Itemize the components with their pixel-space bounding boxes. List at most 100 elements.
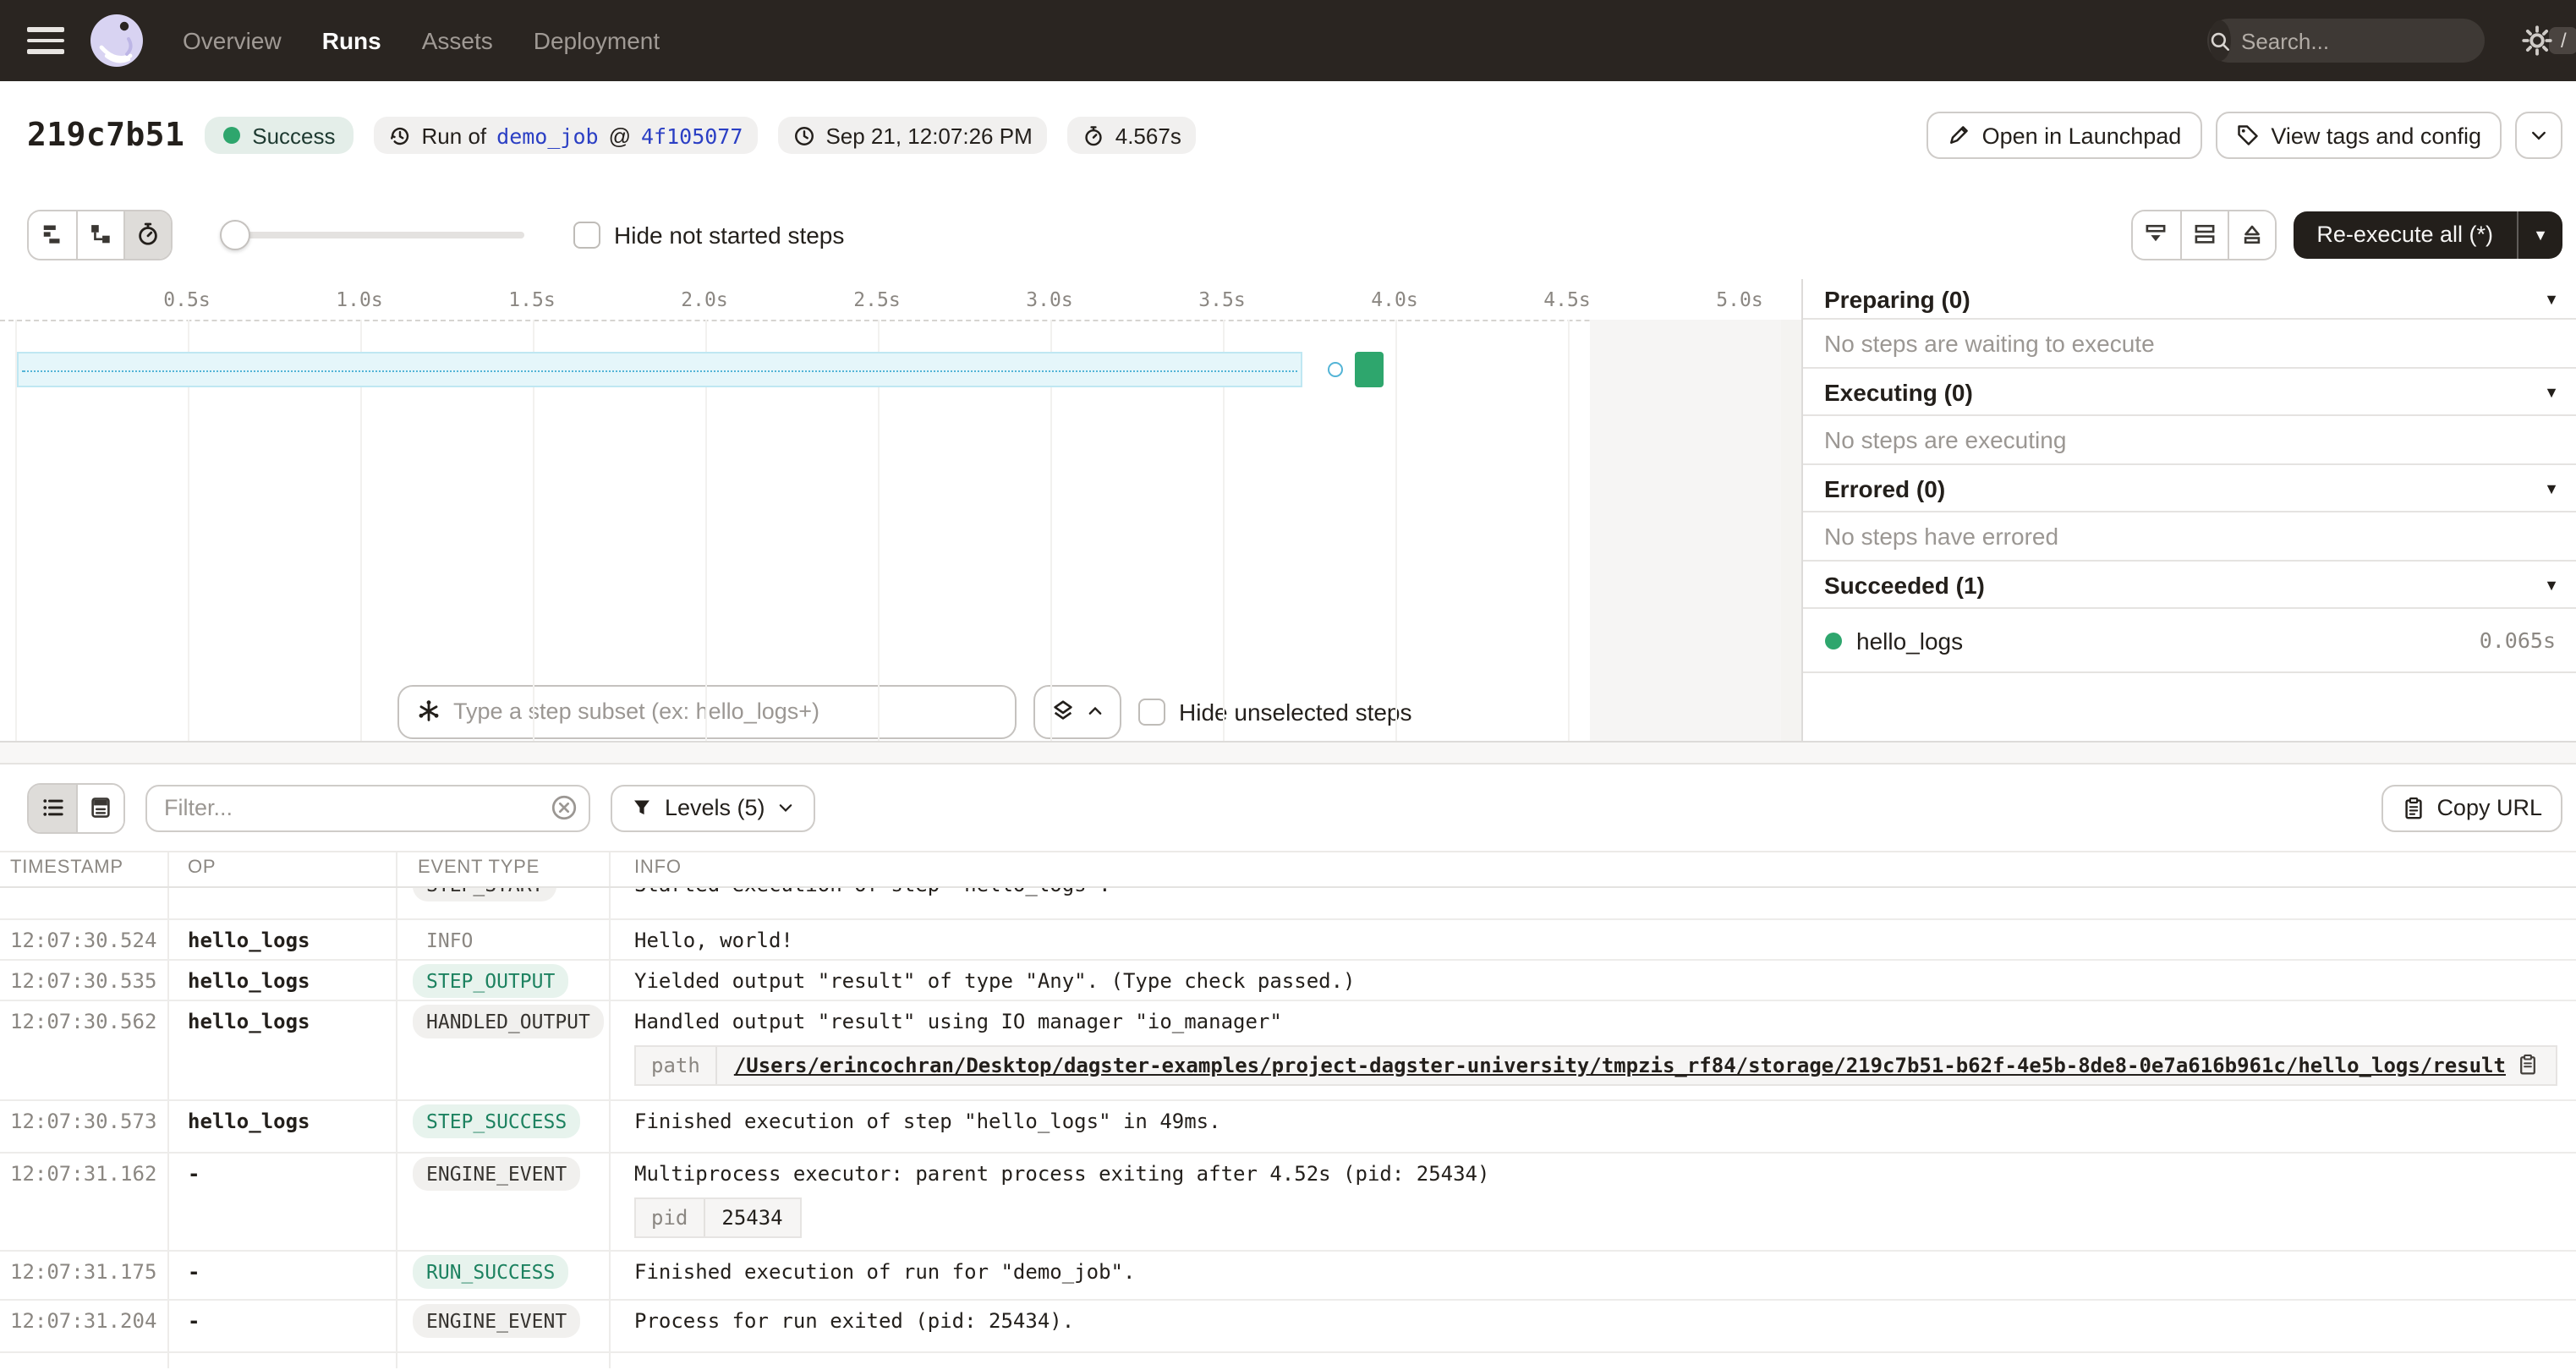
reexecute-dropdown-button[interactable]: ▼ <box>2517 211 2562 258</box>
log-info: Multiprocess executor: parent process ex… <box>634 1162 2569 1238</box>
clear-filter-icon[interactable] <box>550 793 578 822</box>
metadata-value: 25434 <box>704 1199 799 1236</box>
gantt-view-toggle <box>27 209 173 260</box>
log-info: Process for run exited (pid: 25434). <box>634 1309 2569 1333</box>
graph-query-toggle-button[interactable] <box>1033 684 1121 738</box>
step-name: hello_logs <box>1856 627 1963 654</box>
axis-tick-label: 0.5s <box>150 288 224 311</box>
section-header-preparing[interactable]: Preparing (0)▼ <box>1802 279 2576 320</box>
log-op: - <box>188 1309 200 1333</box>
reexecute-all-button[interactable]: Re-execute all (*) <box>2293 211 2517 258</box>
step-waiting-bar[interactable] <box>16 352 1303 387</box>
section-empty-message: No steps have errored <box>1802 512 2576 562</box>
top-nav: Overview Runs Assets Deployment / <box>0 0 2576 81</box>
gear-icon[interactable] <box>2522 25 2552 56</box>
snapshot-link[interactable]: 4f105077 <box>641 123 743 148</box>
log-row-content: 12:07:30.535hello_logsSTEP_OUTPUTYielded… <box>0 960 2576 999</box>
log-filter-input[interactable] <box>145 784 590 831</box>
copy-icon[interactable] <box>2518 1054 2540 1076</box>
hide-not-started-checkbox-row[interactable]: Hide not started steps <box>573 221 844 248</box>
search-input[interactable] <box>2231 28 2549 53</box>
section-header-errored[interactable]: Errored (0)▼ <box>1802 465 2576 512</box>
log-event-type-cell: INFO <box>413 923 486 956</box>
job-link[interactable]: demo_job <box>496 123 598 148</box>
log-info-text: Multiprocess executor: parent process ex… <box>634 1162 2569 1186</box>
log-timestamp: 12:07:30.562 <box>10 1009 156 1033</box>
gantt-chart[interactable]: Hide unselected steps 0.5s1.0s1.5s2.0s2.… <box>0 279 1802 740</box>
log-row: 12:07:30.573hello_logsSTEP_SUCCESSFinish… <box>0 1101 2576 1154</box>
log-row: 12:07:30.535hello_logsSTEP_OUTPUTYielded… <box>0 960 2576 1000</box>
hide-not-started-checkbox[interactable] <box>573 221 600 248</box>
nav-item-assets[interactable]: Assets <box>422 27 493 54</box>
flat-view-icon <box>40 222 65 247</box>
event-type-badge: INFO <box>413 923 486 956</box>
metadata-path-link[interactable]: /Users/erincochran/Desktop/dagster-examp… <box>734 1053 2506 1077</box>
event-type-badge: ENGINE_EVENT <box>413 1304 580 1338</box>
copy-url-button[interactable]: Copy URL <box>2381 784 2562 831</box>
metadata-entry: path/Users/erincochran/Desktop/dagster-e… <box>634 1044 2558 1085</box>
section-title: Succeeded (1) <box>1824 571 1985 598</box>
after-run-overlay <box>1590 320 1781 740</box>
show-logs-pane-button[interactable] <box>2132 211 2179 258</box>
structured-log-icon <box>88 795 113 820</box>
show-gantt-pane-button[interactable] <box>2227 211 2274 258</box>
log-info-text: Hello, world! <box>634 928 2569 951</box>
log-info: Started execution of step "hello_logs". <box>634 888 2569 896</box>
pane-splitter[interactable] <box>0 742 2576 764</box>
nav-item-overview[interactable]: Overview <box>183 27 282 54</box>
step-subset-input[interactable] <box>453 699 998 724</box>
step-marker-dot[interactable] <box>1329 362 1344 377</box>
status-dot <box>223 127 240 144</box>
step-subset-row: Hide unselected steps <box>397 684 1412 738</box>
table-log-view-button[interactable] <box>29 784 76 831</box>
log-event-type-cell: ENGINE_EVENT <box>413 1157 580 1191</box>
waiting-dotted-line <box>21 370 1298 371</box>
run-id: 219c7b51 <box>27 117 184 154</box>
open-launchpad-button[interactable]: Open in Launchpad <box>1927 112 2202 159</box>
section-header-succeeded[interactable]: Succeeded (1)▼ <box>1802 562 2576 609</box>
hide-unselected-checkbox-row[interactable]: Hide unselected steps <box>1138 698 1412 725</box>
nav-item-deployment[interactable]: Deployment <box>534 27 660 54</box>
hide-unselected-checkbox[interactable] <box>1138 698 1165 725</box>
log-row-content: 12:07:31.175-RUN_SUCCESSFinished executi… <box>0 1252 2576 1299</box>
levels-dropdown-button[interactable]: Levels (5) <box>611 784 816 831</box>
flat-view-button[interactable] <box>29 211 76 258</box>
layers-icon <box>1050 699 1076 724</box>
log-op: hello_logs <box>188 928 310 951</box>
pencil-icon <box>1947 123 1970 147</box>
dagster-logo-icon[interactable] <box>88 12 145 69</box>
log-row-content: 12:07:30.562hello_logsHANDLED_OUTPUTHand… <box>0 1000 2576 1099</box>
view-tags-button[interactable]: View tags and config <box>2215 112 2502 159</box>
step-row[interactable]: hello_logs 0.065s <box>1802 609 2576 673</box>
nav-item-runs[interactable]: Runs <box>322 27 381 54</box>
clock-icon <box>793 124 815 146</box>
zoom-slider[interactable] <box>223 231 524 238</box>
history-icon <box>390 124 412 146</box>
chevron-down-icon: ▼ <box>2544 480 2559 496</box>
log-op: - <box>188 1162 200 1186</box>
raw-log-view-button[interactable] <box>76 784 123 831</box>
step-status-dot <box>1824 632 1841 649</box>
log-info-text: Started execution of step "hello_logs". <box>634 888 2569 896</box>
timed-view-button[interactable] <box>123 211 171 258</box>
log-view-toggle <box>27 782 125 833</box>
step-execution-bar[interactable] <box>1355 352 1384 387</box>
log-op: hello_logs <box>188 968 310 992</box>
hide-unselected-label: Hide unselected steps <box>1179 698 1412 725</box>
menu-icon[interactable] <box>27 27 64 54</box>
more-actions-button[interactable] <box>2515 112 2562 159</box>
stopwatch-icon <box>135 222 161 247</box>
log-info: Yielded output "result" of type "Any". (… <box>634 968 2569 992</box>
gantt-scrollbar[interactable] <box>1780 320 1800 740</box>
log-event-type-cell: STEP_SUCCESS <box>413 1104 580 1138</box>
search-shortcut-badge: / <box>2549 27 2576 54</box>
zoom-slider-handle[interactable] <box>220 219 250 249</box>
split-panes-button[interactable] <box>2179 211 2227 258</box>
log-row: STEP_STARTStarted execution of step "hel… <box>0 888 2576 919</box>
section-header-executing[interactable]: Executing (0)▼ <box>1802 369 2576 416</box>
waterfall-view-button[interactable] <box>76 211 123 258</box>
global-search[interactable]: / <box>2207 19 2485 63</box>
step-duration: 0.065s <box>2480 627 2556 653</box>
col-header-timestamp: TIMESTAMP <box>10 858 123 878</box>
axis-tick-label: 1.5s <box>495 288 569 311</box>
